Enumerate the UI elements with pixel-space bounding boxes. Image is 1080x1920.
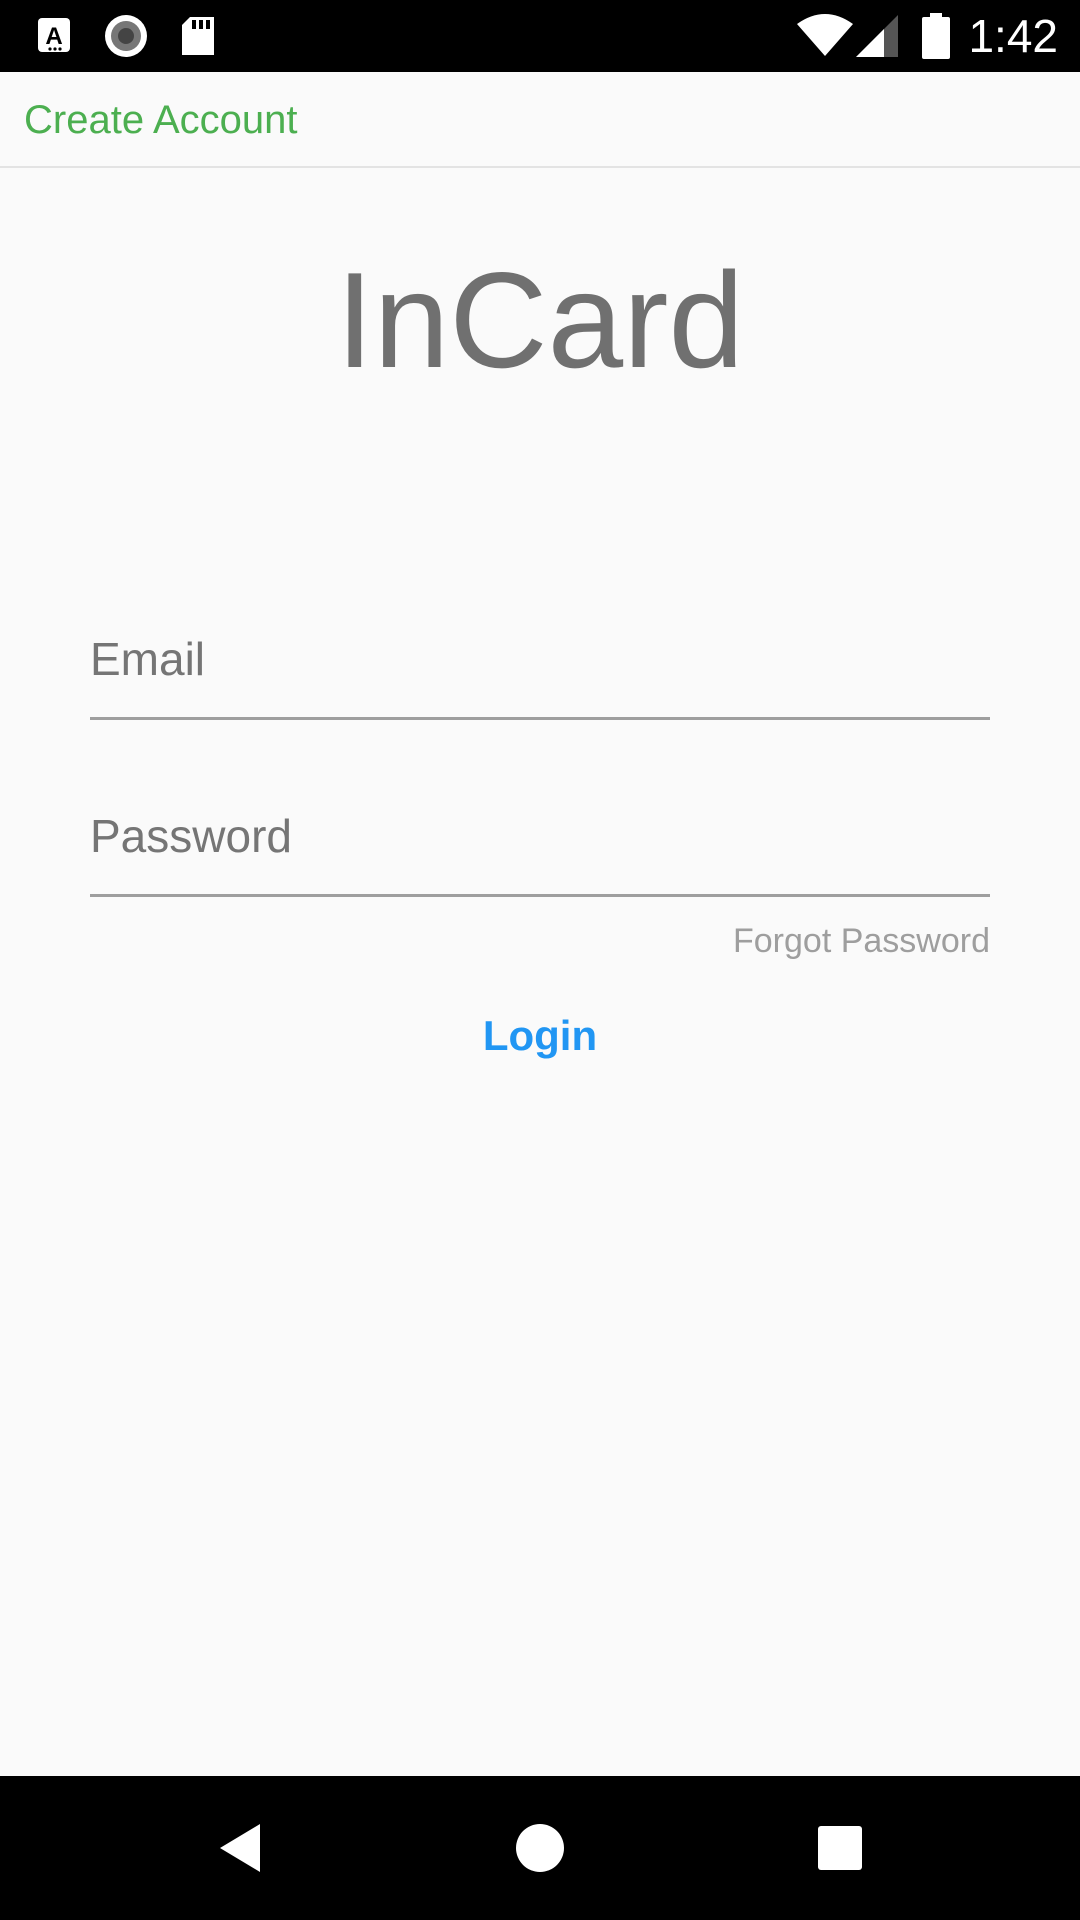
- create-account-button[interactable]: Create Account: [24, 72, 298, 168]
- password-field[interactable]: [90, 777, 990, 894]
- status-bar: A 1:42: [0, 0, 1080, 72]
- recents-icon[interactable]: [780, 1776, 900, 1920]
- record-icon: [104, 0, 148, 72]
- home-icon[interactable]: [480, 1776, 600, 1920]
- login-button-container: Login: [0, 1006, 1080, 1066]
- email-field-container: [90, 600, 990, 720]
- svg-text:A: A: [45, 23, 62, 50]
- cell-signal-icon: [854, 0, 900, 72]
- app-bar: Create Account: [0, 72, 1080, 168]
- back-icon[interactable]: [180, 1776, 300, 1920]
- wifi-icon: [796, 0, 854, 72]
- login-button[interactable]: Login: [483, 1012, 597, 1060]
- navigation-bar: [0, 1776, 1080, 1920]
- forgot-password-link[interactable]: Forgot Password: [733, 916, 990, 966]
- email-field[interactable]: [90, 600, 990, 717]
- status-clock: 1:42: [968, 10, 1058, 62]
- a11y-font-icon: A: [36, 0, 72, 72]
- sd-card-icon: [180, 0, 216, 72]
- app-title: InCard: [335, 244, 745, 396]
- battery-icon: [922, 0, 950, 72]
- password-field-container: [90, 777, 990, 897]
